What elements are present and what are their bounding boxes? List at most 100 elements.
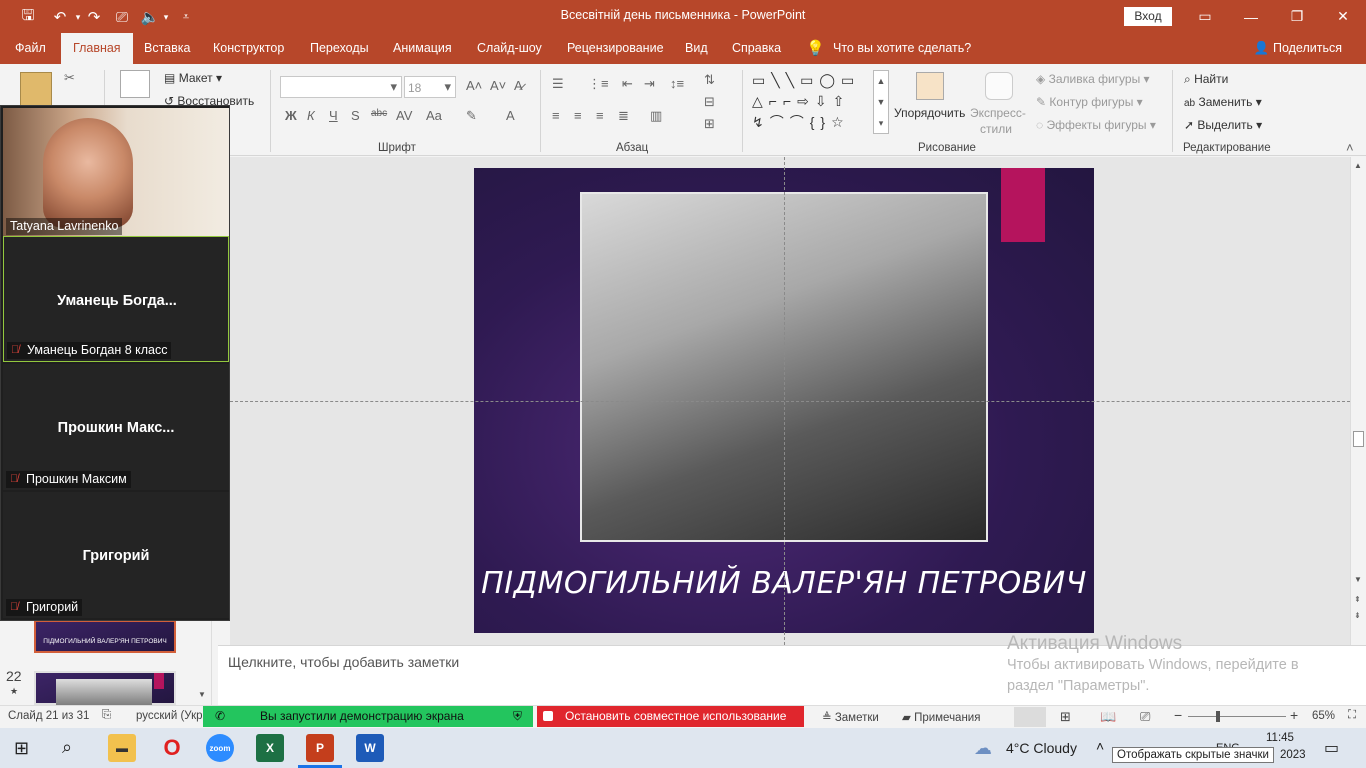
text-direction-icon[interactable]: ⇅ <box>704 72 715 88</box>
layout-button[interactable]: ▤ Макет ▾ <box>164 71 222 85</box>
shape-fill-button[interactable]: ◈ Заливка фигуры ▾ <box>1036 72 1150 86</box>
quick-styles-icon[interactable] <box>985 72 1013 100</box>
close-icon[interactable]: ✕ <box>1320 0 1366 33</box>
zoom-level[interactable]: 65% <box>1312 710 1335 722</box>
tab-file[interactable]: Файл <box>15 33 46 64</box>
tab-slideshow[interactable]: Слайд-шоу <box>477 33 542 64</box>
spacing-icon[interactable]: AV <box>396 108 412 123</box>
weather-text[interactable]: 4°C Cloudy <box>1006 740 1077 756</box>
highlight-icon[interactable]: ✎ <box>466 108 477 124</box>
shape-outline-button[interactable]: ✎ Контур фигуры ▾ <box>1036 95 1143 109</box>
line-spacing-icon[interactable]: ↕≡ <box>670 76 684 91</box>
shapes-scroll[interactable]: ▲ ▼ ▾ <box>873 70 889 134</box>
share-button[interactable]: 👤 Поделиться <box>1254 33 1342 64</box>
increase-indent-icon[interactable]: ⇥ <box>644 76 655 92</box>
clock-time[interactable]: 11:45 <box>1266 732 1294 744</box>
align-center-icon[interactable]: ≡ <box>574 108 582 123</box>
vertical-scrollbar[interactable]: ▲ ▼ ⇞ ⇟ <box>1350 157 1366 645</box>
shrink-font-icon[interactable]: A˅ <box>490 78 506 93</box>
quick-styles-label[interactable]: Экспресс- <box>970 106 1026 120</box>
replace-button[interactable]: ab Заменить ▾ <box>1184 95 1262 109</box>
smartart-icon[interactable]: ⊞ <box>704 116 715 132</box>
clock-date[interactable]: 2023 <box>1280 749 1306 761</box>
reading-view-icon[interactable]: 📖 <box>1100 709 1116 725</box>
notes-toggle[interactable]: ≜ Заметки <box>822 710 879 724</box>
strikethrough-icon[interactable]: abc <box>371 108 387 119</box>
font-name-box[interactable]: ▾ <box>280 76 402 98</box>
font-size-box[interactable]: 18 ▾ <box>404 76 456 98</box>
tab-view[interactable]: Вид <box>685 33 708 64</box>
fit-to-window-icon[interactable]: ⛶ <box>1348 709 1356 722</box>
search-icon[interactable]: ⌕ <box>62 737 72 758</box>
collapse-ribbon-icon[interactable]: ˄ <box>1346 140 1354 155</box>
paste-icon[interactable] <box>20 72 52 108</box>
shapes-gallery[interactable]: ▭╲╲▭◯▭ △⌐⌐⇨⇩⇧ ↯⌒⌒{}☆ <box>752 70 872 134</box>
file-explorer-icon[interactable]: ▬ <box>108 734 136 762</box>
participant-tile-grigoriy[interactable]: Григорий 🎙̸ Григорий <box>3 492 229 618</box>
pane-scroll-down-icon[interactable]: ▼ <box>198 690 206 699</box>
shape-effects-button[interactable]: ◌ Эффекты фигуры ▾ <box>1036 118 1156 132</box>
tab-home[interactable]: Главная <box>61 33 133 64</box>
zoom-app-icon[interactable]: zoom <box>206 734 234 762</box>
numbering-icon[interactable]: ⋮≡ <box>588 76 609 92</box>
tab-animations[interactable]: Анимация <box>393 33 452 64</box>
notifications-icon[interactable]: ▭ <box>1324 738 1339 758</box>
tab-insert[interactable]: Вставка <box>144 33 190 64</box>
excel-icon[interactable]: X <box>256 734 284 762</box>
tab-transitions[interactable]: Переходы <box>310 33 369 64</box>
notes-placeholder[interactable]: Щелкните, чтобы добавить заметки <box>228 654 459 670</box>
align-text-icon[interactable]: ⊟ <box>704 94 715 110</box>
stop-share-button[interactable]: Остановить совместное использование <box>537 706 804 727</box>
justify-icon[interactable]: ≣ <box>618 108 629 124</box>
slideshow-view-icon[interactable]: ⎚ <box>1140 709 1150 725</box>
slide-thumbnail-22[interactable] <box>34 671 176 707</box>
scroll-up-icon[interactable]: ▲ <box>1354 161 1362 170</box>
comments-toggle[interactable]: ▰ Примечания <box>902 710 980 724</box>
show-hidden-icons-chevron[interactable]: ˄ <box>1096 738 1104 754</box>
participant-tile-maksim[interactable]: Прошкин Макс... 🎙̸ Прошкин Максим <box>3 364 229 490</box>
scroll-down-icon[interactable]: ▼ <box>1354 575 1362 584</box>
powerpoint-icon[interactable]: P <box>306 734 334 762</box>
notes-pane[interactable]: Щелкните, чтобы добавить заметки <box>218 645 1366 705</box>
zoom-out-icon[interactable]: − <box>1174 707 1182 723</box>
align-left-icon[interactable]: ≡ <box>552 108 560 123</box>
participant-tile-bogdan[interactable]: Уманець Богда... 🎙̸ Уманець Богдан 8 клас… <box>3 236 229 362</box>
slide-thumbnail-21[interactable]: ПІДМОГИЛЬНИЙ ВАЛЕР'ЯН ПЕТРОВИЧ <box>34 620 176 653</box>
tab-review[interactable]: Рецензирование <box>567 33 664 64</box>
language-indicator[interactable]: русский (Укр <box>136 710 203 722</box>
minimize-icon[interactable]: — <box>1228 0 1274 33</box>
zoom-slider[interactable] <box>1188 716 1286 717</box>
shadow-icon[interactable]: S <box>351 108 360 123</box>
spellcheck-icon[interactable]: ⎘ <box>102 709 111 722</box>
signin-button[interactable]: Вход <box>1124 7 1172 26</box>
slide-sorter-icon[interactable]: ⊞ <box>1060 709 1071 725</box>
opera-icon[interactable]: O <box>158 734 186 762</box>
bold-icon[interactable]: Ж <box>285 108 297 123</box>
clear-format-icon[interactable]: A̷ <box>514 78 523 93</box>
new-slide-icon[interactable] <box>120 70 150 98</box>
grow-font-icon[interactable]: A˄ <box>466 78 482 93</box>
accent-rectangle[interactable] <box>1001 168 1045 242</box>
zoom-in-icon[interactable]: + <box>1290 707 1298 723</box>
normal-view-icon[interactable] <box>1014 707 1046 727</box>
arrange-button[interactable]: Упорядочить <box>894 106 965 120</box>
screen-share-banner[interactable]: ✆ Вы запустили демонстрацию экрана ⛨ <box>203 706 533 727</box>
next-slide-icon[interactable]: ⇟ <box>1354 611 1361 620</box>
columns-icon[interactable]: ▥ <box>650 108 662 124</box>
decrease-indent-icon[interactable]: ⇤ <box>622 76 633 92</box>
tab-design[interactable]: Конструктор <box>213 33 284 64</box>
underline-icon[interactable]: Ч <box>329 108 338 123</box>
word-icon[interactable]: W <box>356 734 384 762</box>
zoom-participants-panel[interactable]: Tatyana Lavrinenko Уманець Богда... 🎙̸ Ум… <box>0 105 230 621</box>
font-color-icon[interactable]: A <box>506 108 515 123</box>
previous-slide-icon[interactable]: ⇞ <box>1354 595 1361 604</box>
windows-start-icon[interactable]: ⊞ <box>14 738 29 759</box>
tab-help[interactable]: Справка <box>732 33 781 64</box>
bullets-icon[interactable]: ☰ <box>552 76 564 92</box>
find-button[interactable]: ⌕ Найти <box>1184 72 1228 87</box>
cut-icon[interactable]: ✂ <box>64 70 75 86</box>
align-right-icon[interactable]: ≡ <box>596 108 604 123</box>
tell-me-search[interactable]: Что вы хотите сделать? <box>833 33 971 64</box>
zoom-slider-thumb[interactable] <box>1216 711 1220 722</box>
ribbon-display-icon[interactable]: ▭ <box>1182 0 1228 33</box>
